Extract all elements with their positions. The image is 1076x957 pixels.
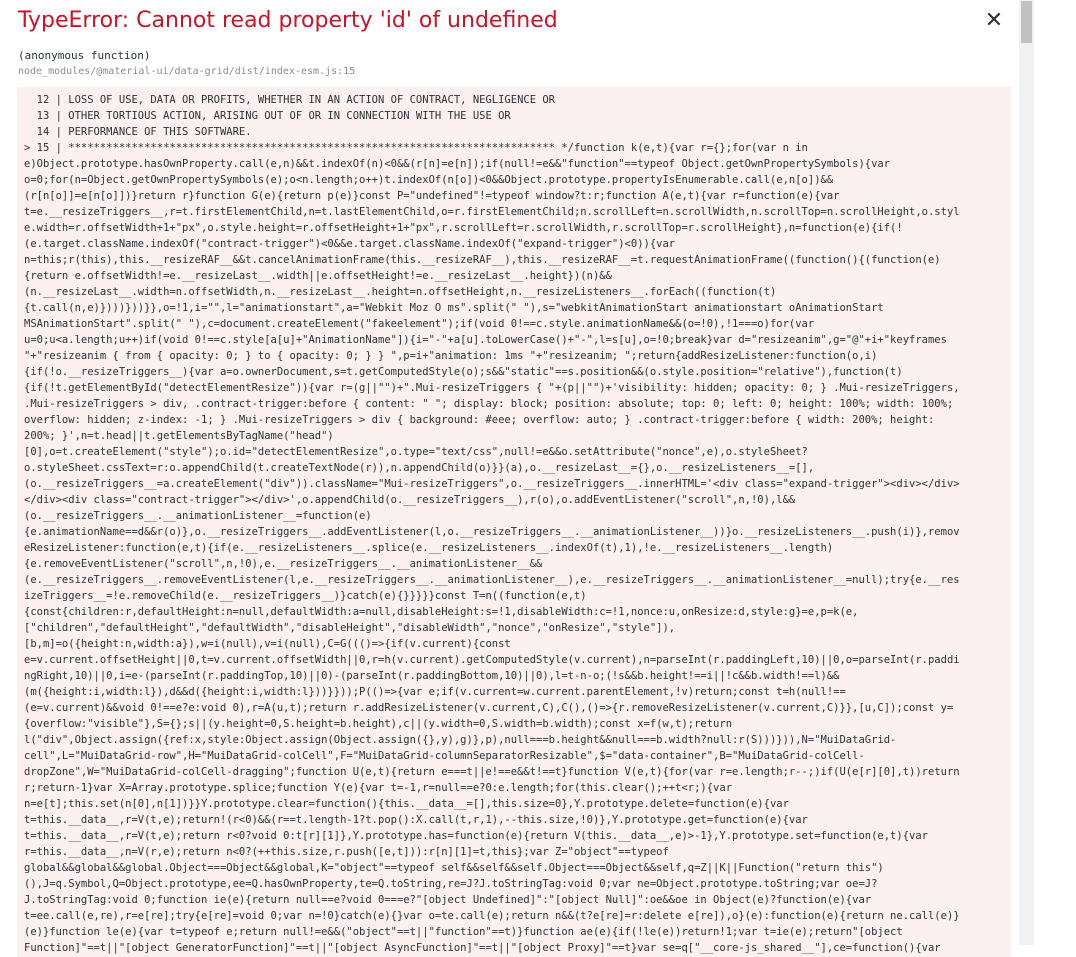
code-line: ngRight,10)||0,i=e-(parseInt(r.paddingTo…	[24, 670, 840, 682]
code-line: o=0;for(n=Object.getOwnPropertySymbols(e…	[24, 174, 834, 186]
code-line: n=this;r(this),this.__resizeRAF__&&t.can…	[24, 254, 941, 266]
stack-frame-file[interactable]: node_modules/@material-ui/data-grid/dist…	[18, 65, 355, 78]
code-line: 14 | PERFORMANCE OF THIS SOFTWARE.	[24, 126, 252, 138]
code-line: l("div",Object.assign({ref:x,style:Objec…	[24, 734, 897, 746]
code-line: Function]"==t||"[object GeneratorFunctio…	[24, 942, 941, 954]
code-line: (o.__resizeTriggers__.__animationListene…	[24, 510, 372, 522]
code-line: (o.__resizeTriggers__=a.createElement("d…	[24, 478, 960, 490]
code-line: > 15 | *********************************…	[24, 142, 808, 154]
code-line: {e.removeEventListener("scroll",n,!0),e.…	[24, 558, 543, 570]
code-line: {if(!o.__resizeTriggers__){var a=o.owner…	[24, 366, 903, 378]
scrollbar-thumb[interactable]	[1021, 1, 1032, 43]
code-snippet: 12 | LOSS OF USE, DATA OR PROFITS, WHETH…	[17, 87, 1011, 957]
code-line: t=this.__data__,r=V(t,e);return!(r<0)&&(…	[24, 814, 808, 826]
code-line: {overflow:"visible"},S={};s||(y.height=0…	[24, 718, 733, 730]
code-line: dropZone",W="MuiDataGrid-colCell-draggin…	[24, 766, 960, 778]
code-line: ["children","defaultHeight","defaultWidt…	[24, 622, 676, 634]
stack-frame-function: (anonymous function)	[18, 49, 151, 62]
code-line: overflow: hidden; z-index: -1; } .Mui-re…	[24, 414, 935, 426]
code-line: global&&global&&global.Object===Object&&…	[24, 862, 884, 874]
code-line: (r[n[o]]=e[n[o]])}return r}function G(e)…	[24, 190, 840, 202]
code-line: (e)}function le(e){var t=typeof e;return…	[24, 926, 903, 938]
code-line: e.width=r.offsetWidth+1+"px",o.style.hei…	[24, 222, 903, 234]
code-line: "+"resizeanim { from { opacity: 0; } to …	[24, 350, 878, 362]
code-line: {const{children:r,defaultHeight:n=null,d…	[24, 606, 859, 618]
code-line: o.styleSheet.cssText=r:o.appendChild(t.c…	[24, 462, 815, 474]
code-line: (n.__resizeLast__.width=n.offsetWidth,n.…	[24, 286, 777, 298]
error-title: TypeError: Cannot read property 'id' of …	[18, 8, 558, 33]
close-icon[interactable]: ✕	[981, 8, 1007, 34]
code-line: (e.target.className.indexOf("contract-tr…	[24, 238, 676, 250]
code-line: {t.call(n,e)})))}))}},o=!1,i="",l="anima…	[24, 302, 884, 314]
code-line: [b,m]=o({height:n,width:a}),w=i(null),v=…	[24, 638, 511, 650]
code-line: r=this.__data__,n=V(r,e);return n<0?(++t…	[24, 846, 669, 858]
code-line: u=0;u<a.length;u++)if(void 0!==c.style[a…	[24, 334, 947, 346]
error-overlay: TypeError: Cannot read property 'id' of …	[0, 0, 1019, 957]
code-line: {return e.offsetWidth!=e.__resizeLast__.…	[24, 270, 612, 282]
code-line: MSAnimationStart".split(" "),c=document.…	[24, 318, 815, 330]
scrollbar[interactable]	[1019, 0, 1034, 945]
code-line: cell",L="MuiDataGrid-row",H="MuiDataGrid…	[24, 750, 865, 762]
code-line: r;return-1}var X=Array.prototype.splice;…	[24, 782, 733, 794]
code-line: (m({height:i,width:l}),d&&d({height:i,wi…	[24, 686, 846, 698]
code-line: e=v.current.offsetHeight||0,t=v.current.…	[24, 654, 960, 666]
code-line: t=this.__data__,r=V(t,e);return r<0?void…	[24, 830, 928, 842]
code-line: 13 | OTHER TORTIOUS ACTION, ARISING OUT …	[24, 110, 511, 122]
code-line: </div><div class="contract-trigger"></di…	[24, 494, 796, 506]
code-line: (),J=q.Symbol,Q=Object.prototype,ee=Q.ha…	[24, 878, 878, 890]
code-line: n=e[t];this.set(n[0],n[1])}}Y.prototype.…	[24, 798, 789, 810]
code-line: 12 | LOSS OF USE, DATA OR PROFITS, WHETH…	[24, 94, 556, 106]
code-line: eResizeListener:function(e,t){if(e.__res…	[24, 542, 834, 554]
code-line: {if(!t.getElementById("detectElementResi…	[24, 382, 960, 394]
code-line: t=ee.call(e,re),r=e[re];try{e[re]=void 0…	[24, 910, 960, 922]
code-line: .Mui-resizeTriggers > div, .contract-tri…	[24, 398, 954, 410]
code-line: J.toStringTag:void 0;function ie(e){retu…	[24, 894, 872, 906]
code-line: izeTriggers__=!e.removeChild(e.__resizeT…	[24, 590, 587, 602]
code-line: {e.animationName==d&&r(o)},o.__resizeTri…	[24, 526, 960, 538]
code-line: [0],o=t.createElement("style");o.id="det…	[24, 446, 808, 458]
code-line: (e.__resizeTriggers__.removeEventListene…	[24, 574, 960, 586]
code-line: t=e.__resizeTriggers__,r=t.firstElementC…	[24, 206, 960, 218]
code-line: (e=v.current)&&void 0!==e?e:void 0),r=A(…	[24, 702, 954, 714]
code-line: 200%; }',n=t.head||t.getElementsByTagNam…	[24, 430, 334, 442]
code-line: e)Object.prototype.hasOwnProperty.call(e…	[24, 158, 891, 170]
